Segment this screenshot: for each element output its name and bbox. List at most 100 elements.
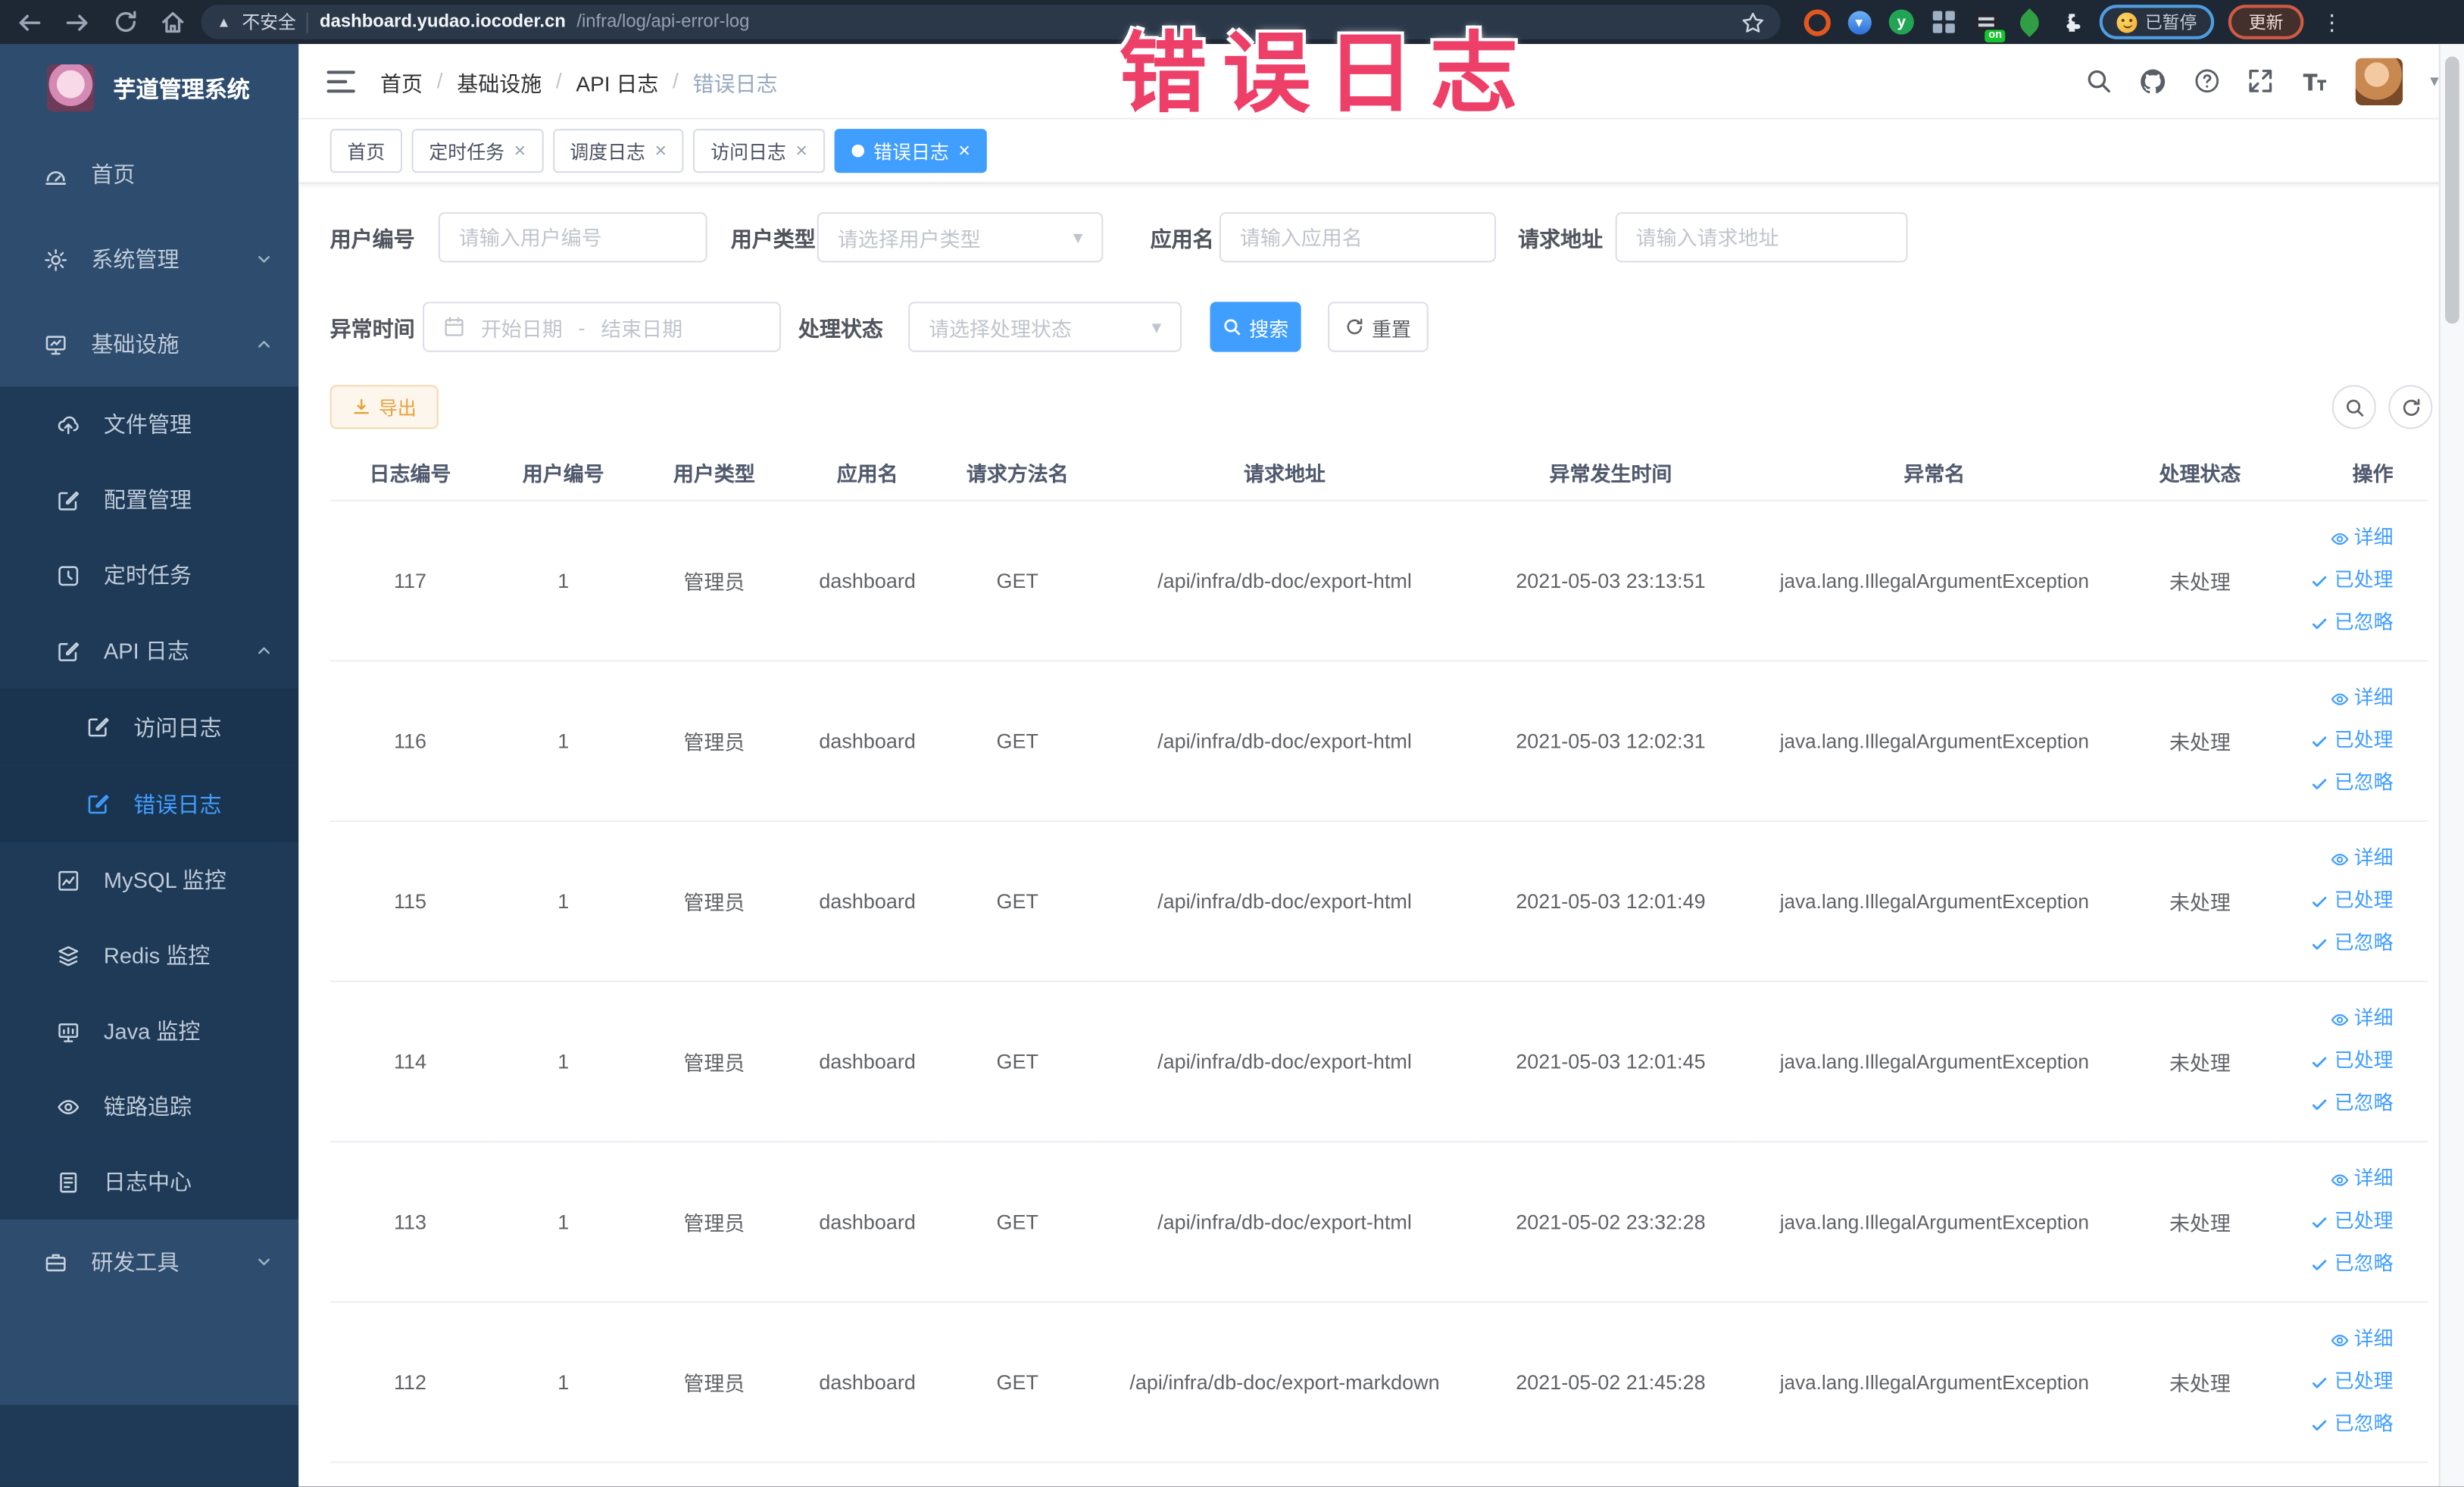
ext-switch-icon[interactable]: on (1972, 8, 2006, 43)
home-icon[interactable] (161, 9, 186, 34)
tag-home[interactable]: 首页 (329, 129, 403, 173)
help-icon[interactable] (2194, 67, 2221, 94)
sidebar-item-dev-tools[interactable]: 研发工具 (0, 1220, 298, 1304)
action-detail[interactable]: 详细 (2275, 838, 2394, 880)
breadcrumb-item[interactable]: API 日志 (576, 65, 658, 96)
bookmark-star-icon[interactable] (1741, 10, 1765, 33)
caret-down-icon[interactable]: ▾ (2430, 70, 2438, 91)
action-ignored[interactable]: 已忽略 (2275, 1404, 2394, 1446)
user-no-input[interactable] (438, 212, 707, 263)
search-icon[interactable] (2086, 67, 2113, 94)
action-ignored[interactable]: 已忽略 (2275, 602, 2394, 645)
action-processed[interactable]: 已处理 (2275, 1040, 2394, 1082)
process-status-select[interactable]: 请选择处理状态 ▾ (908, 301, 1182, 352)
export-button[interactable]: 导出 (329, 385, 439, 430)
action-detail[interactable]: 详细 (2275, 1319, 2394, 1361)
check-icon (2313, 1098, 2328, 1110)
sidebar-item-error-log[interactable]: 错误日志 (0, 765, 299, 842)
sidebar-item-redis-monitor[interactable]: Redis 监控 (0, 917, 299, 994)
eye-icon (58, 1099, 80, 1114)
action-processed[interactable]: 已处理 (2275, 720, 2394, 762)
ext-leaf-icon[interactable] (2014, 7, 2044, 37)
fullscreen-icon[interactable] (2248, 67, 2275, 94)
back-icon[interactable] (16, 8, 42, 35)
toggle-search-button[interactable] (2331, 385, 2376, 430)
ext-green-y-icon[interactable]: y (1888, 8, 1916, 36)
sidebar-item-tracing[interactable]: 链路追踪 (0, 1068, 299, 1145)
chrome-update-button[interactable]: 更新 (2228, 5, 2304, 39)
action-detail[interactable]: 详细 (2275, 998, 2394, 1040)
sidebar-item-file-manage[interactable]: 文件管理 (0, 386, 299, 462)
tab-close-icon[interactable]: × (795, 140, 807, 161)
action-processed[interactable]: 已处理 (2275, 560, 2394, 602)
refresh-table-button[interactable] (2388, 385, 2433, 430)
breadcrumb-current: 错误日志 (692, 71, 778, 95)
action-ignored[interactable]: 已忽略 (2275, 1243, 2394, 1286)
sidebar-item-system[interactable]: 系统管理 (0, 217, 298, 301)
action-ignored[interactable]: 已忽略 (2275, 1082, 2394, 1125)
browser-menu-icon[interactable]: ⋮ (2321, 11, 2343, 33)
action-ignored[interactable]: 已忽略 (2275, 923, 2394, 965)
app-logo[interactable]: 芋道管理系统 (0, 44, 298, 132)
tag-scheduled-jobs[interactable]: 定时任务 × (411, 129, 544, 173)
filter-row-2: 异常时间 开始日期 - 结束日期 处理状态 请选择处理状态 ▾ 搜索 重置 (330, 301, 2433, 352)
scrollbar-thumb[interactable] (2445, 56, 2459, 324)
extensions-puzzle-icon[interactable] (2057, 8, 2085, 36)
search-button[interactable]: 搜索 (1210, 301, 1301, 352)
date-start-placeholder: 开始日期 (480, 317, 563, 341)
table-toolbar: 导出 (329, 385, 2433, 430)
action-processed[interactable]: 已处理 (2275, 1201, 2394, 1243)
chevron-down-icon: ▾ (1151, 315, 1162, 339)
tab-close-icon[interactable]: × (958, 140, 970, 161)
date-range-picker[interactable]: 开始日期 - 结束日期 (423, 301, 782, 352)
tag-dispatch-log[interactable]: 调度日志 × (552, 129, 684, 173)
eye-icon (2331, 1013, 2349, 1026)
breadcrumb-item[interactable]: 首页 (380, 65, 423, 96)
reload-icon[interactable] (113, 9, 138, 34)
breadcrumb-item[interactable]: 基础设施 (457, 65, 542, 96)
check-icon (2313, 1419, 2328, 1430)
github-icon[interactable] (2140, 67, 2168, 95)
user-avatar[interactable] (2356, 57, 2404, 105)
sidebar-item-home[interactable]: 首页 (0, 132, 298, 217)
error-log-table: 日志编号 用户编号 用户类型 应用名 请求方法名 请求地址 异常发生时间 异常名… (329, 443, 2428, 1464)
reset-button[interactable]: 重置 (1328, 301, 1429, 352)
tab-close-icon[interactable]: × (514, 140, 526, 161)
check-icon (2313, 895, 2328, 907)
scrollbar[interactable] (2438, 44, 2464, 1487)
app-name-input[interactable] (1219, 212, 1497, 263)
paused-extension-pill[interactable]: 已暂停 (2099, 5, 2215, 39)
sidebar-item-api-log[interactable]: API 日志 (0, 613, 299, 689)
eye-icon (2331, 1173, 2349, 1186)
sidebar-item-access-log[interactable]: 访问日志 (0, 688, 299, 766)
tab-close-icon[interactable]: × (654, 140, 667, 161)
action-detail[interactable]: 详细 (2275, 677, 2394, 720)
font-size-icon[interactable] (2301, 67, 2329, 95)
tag-error-log[interactable]: 错误日志 × (834, 129, 988, 173)
tag-access-log[interactable]: 访问日志 × (693, 129, 825, 173)
action-ignored[interactable]: 已忽略 (2275, 762, 2394, 804)
ext-grid-icon[interactable] (1930, 8, 1958, 36)
forward-icon[interactable] (64, 8, 91, 35)
sidebar-item-scheduled-jobs[interactable]: 定时任务 (0, 537, 299, 614)
ext-blue-shield-icon[interactable]: ▼ (1845, 8, 1873, 36)
sidebar-item-java-monitor[interactable]: Java 监控 (0, 993, 299, 1069)
hamburger-icon[interactable] (326, 70, 355, 92)
action-detail[interactable]: 详细 (2275, 1158, 2394, 1201)
sidebar-item-log-center[interactable]: 日志中心 (0, 1144, 299, 1220)
request-url-input[interactable] (1615, 212, 1908, 263)
url-host: dashboard.yudao.iocoder.cn (320, 12, 566, 32)
user-type-select[interactable]: 请选择用户类型 ▾ (817, 212, 1104, 263)
action-processed[interactable]: 已处理 (2275, 1361, 2394, 1404)
address-bar[interactable]: ▲ 不安全 dashboard.yudao.iocoder.cn /infra/… (201, 5, 1781, 39)
sidebar-item-config-manage[interactable]: 配置管理 (0, 461, 299, 538)
action-processed[interactable]: 已处理 (2275, 880, 2394, 923)
ext-orange-ring-icon[interactable] (1803, 8, 1831, 36)
browser-nav (16, 8, 186, 35)
sidebar-item-infra[interactable]: 基础设施 (0, 301, 298, 386)
action-detail[interactable]: 详细 (2275, 517, 2394, 560)
security-warning-label[interactable]: 不安全 (242, 9, 296, 34)
table-row: 116 1 管理员 dashboard GET /api/infra/db-do… (329, 661, 2428, 823)
sidebar-item-mysql-monitor[interactable]: MySQL 监控 (0, 842, 299, 918)
logo-image (47, 64, 95, 112)
